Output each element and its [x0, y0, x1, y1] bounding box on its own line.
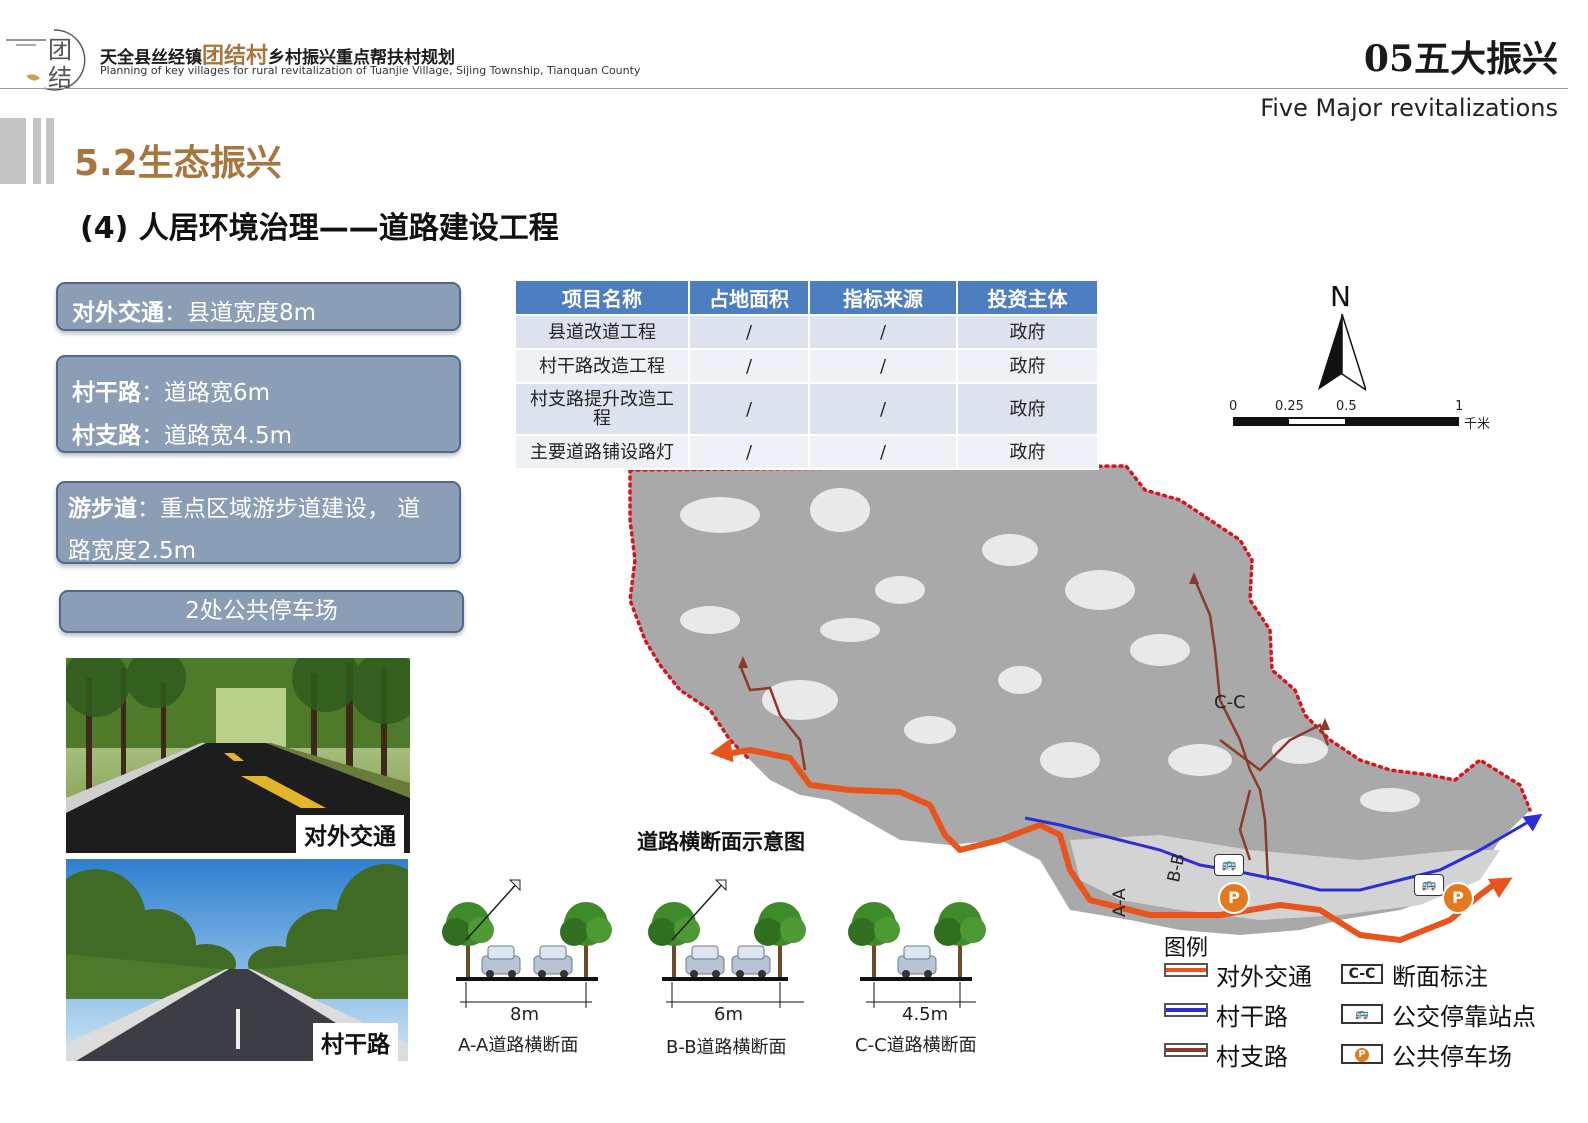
- table-cell: /: [688, 382, 810, 436]
- table-cell: 县道改道工程: [514, 314, 690, 350]
- branch-road-arrow-north: [1189, 572, 1199, 584]
- title-bar-mid: [33, 118, 41, 184]
- table-row: 主要道路铺设路灯 / / 政府: [514, 434, 1099, 470]
- section-subtitle: (4) 人居环境治理——道路建设工程: [80, 211, 559, 246]
- village-road-box: 村干路：道路宽6m 村支路：道路宽4.5m: [56, 355, 461, 453]
- table-cell: 政府: [956, 382, 1099, 436]
- legend-section-symbol: C-C: [1341, 964, 1383, 984]
- legend-main-label: 村干路: [1216, 1003, 1288, 1031]
- branch-road-arrow-west: [738, 656, 748, 668]
- table-cell: /: [808, 314, 958, 350]
- scale-tick-0: 0: [1229, 399, 1238, 414]
- table-cell: /: [688, 348, 810, 384]
- title-bar-thin: [46, 118, 54, 184]
- title-bar-wide: [0, 118, 26, 184]
- cross-section-title: 道路横断面示意图: [637, 830, 805, 854]
- photo-label-external: 对外交通: [296, 815, 404, 853]
- walkway-box: 游步道：重点区域游步道建设， 道 路宽度2.5m: [56, 481, 461, 564]
- table-header-cell: 指标来源: [808, 279, 958, 316]
- legend-parking-icon: P: [1341, 1044, 1383, 1064]
- section-label-bb-caption: B-B道路横断面: [666, 1037, 787, 1058]
- scale-bar: [1233, 417, 1459, 426]
- external-traffic-key: 对外交通: [72, 300, 164, 326]
- project-table: 项目名称 占地面积 指标来源 投资主体 县道改道工程 / / 政府 村干路改造工…: [514, 279, 1099, 470]
- header-subtitle: Planning of key villages for rural revit…: [100, 64, 641, 77]
- section-label-cc-caption: C-C道路横断面: [855, 1035, 977, 1056]
- walkway-value-line1: ：重点区域游步道建设， 道: [137, 496, 421, 522]
- external-traffic-value: ：县道宽度8m: [164, 300, 317, 326]
- branch-road-arrow-east: [1320, 718, 1330, 730]
- legend-section-label: 断面标注: [1392, 963, 1488, 991]
- scale-tick-05: 0.5: [1336, 399, 1357, 414]
- legend-title: 图例: [1164, 936, 1209, 961]
- table-cell: 村干路改造工程: [514, 348, 690, 384]
- section-label-aa-caption: A-A道路横断面: [458, 1035, 579, 1056]
- parking-box: 2处公共停车场: [59, 590, 464, 633]
- cross-section-diagram: [436, 860, 996, 1010]
- section-width-aa: 8m: [510, 1004, 539, 1025]
- table-cell: 政府: [956, 314, 1099, 350]
- logo: 团 结: [6, 26, 96, 94]
- section-width-cc: 4.5m: [902, 1004, 949, 1025]
- table-header-cell: 项目名称: [514, 279, 690, 316]
- table-cell: /: [808, 382, 958, 436]
- header-divider: [0, 88, 1568, 89]
- photo-label-main: 村干路: [313, 1023, 398, 1061]
- table-cell: /: [688, 314, 810, 350]
- walkway-key: 游步道: [68, 496, 137, 522]
- table-cell: 政府: [956, 348, 1099, 384]
- legend-parking-label: 公共停车场: [1392, 1043, 1512, 1071]
- parking-icon: P: [1442, 882, 1474, 914]
- legend-branch-label: 村支路: [1216, 1043, 1288, 1071]
- table-cell: /: [808, 434, 958, 470]
- walkway-value-line2: 路宽度2.5m: [68, 538, 196, 564]
- legend-branch-swatch: [1164, 1043, 1208, 1057]
- table-row: 县道改道工程 / / 政府: [514, 314, 1099, 350]
- table-header-row: 项目名称 占地面积 指标来源 投资主体: [514, 279, 1099, 316]
- table-header-cell: 投资主体: [956, 279, 1099, 316]
- bus-stop-icon: 🚌: [1414, 874, 1444, 896]
- main-road-key: 村干路: [72, 380, 141, 406]
- scale-tick-025: 0.25: [1275, 399, 1304, 414]
- section-label-aa: A-A: [1110, 888, 1130, 917]
- parking-icon: P: [1218, 882, 1250, 914]
- parking-text: 2处公共停车场: [185, 598, 338, 624]
- table-cell: 村支路提升改造工程: [514, 382, 690, 436]
- table-cell: 主要道路铺设路灯: [514, 434, 690, 470]
- section-english: Five Major revitalizations: [1260, 94, 1558, 122]
- bus-stop-icon: 🚌: [1214, 854, 1244, 876]
- branch-road-value: ：道路宽4.5m: [141, 423, 292, 449]
- section-width-bb: 6m: [714, 1004, 743, 1025]
- north-label: N: [1330, 280, 1351, 313]
- legend-bus-label: 公交停靠站点: [1392, 1003, 1536, 1031]
- section-title: 5.2生态振兴: [74, 143, 282, 184]
- legend-main-swatch: [1164, 1003, 1208, 1017]
- photo-external-road: 对外交通: [66, 658, 410, 853]
- photo-main-road: 村干路: [66, 859, 408, 1061]
- legend-parking-symbol: P: [1355, 1048, 1369, 1062]
- table-cell: 政府: [956, 434, 1099, 470]
- branch-road-key: 村支路: [72, 423, 141, 449]
- north-arrow-icon: [1318, 313, 1368, 398]
- external-road-arrow-west: [708, 738, 734, 766]
- main-road-value: ：道路宽6m: [141, 380, 271, 406]
- table-cell: /: [808, 348, 958, 384]
- table-row: 村干路改造工程 / / 政府: [514, 348, 1099, 384]
- legend-external-swatch: [1164, 963, 1208, 977]
- scale-unit: 千米: [1464, 417, 1491, 432]
- table-header-cell: 占地面积: [688, 279, 810, 316]
- section-label-cc: C-C: [1214, 692, 1246, 713]
- legend-external-label: 对外交通: [1216, 963, 1312, 991]
- table-row: 村支路提升改造工程 / / 政府: [514, 382, 1099, 436]
- section-number: 05五大振兴: [1363, 38, 1558, 80]
- scale-tick-1: 1: [1455, 399, 1464, 414]
- external-traffic-box: 对外交通：县道宽度8m: [56, 282, 461, 331]
- table-cell: /: [688, 434, 810, 470]
- legend-bus-icon: 🚌: [1341, 1004, 1383, 1024]
